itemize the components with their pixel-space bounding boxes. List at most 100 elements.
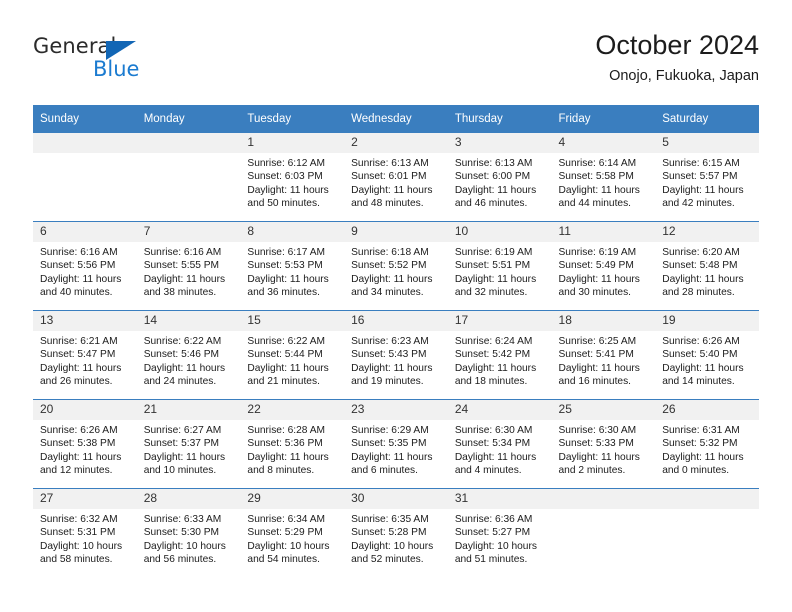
day-cell[interactable]: 26 Sunrise: 6:31 AM Sunset: 5:32 PM Dayl… xyxy=(655,399,759,489)
day-cell[interactable]: 10 Sunrise: 6:19 AM Sunset: 5:51 PM Dayl… xyxy=(447,221,552,311)
day-cell[interactable]: 12 Sunrise: 6:20 AM Sunset: 5:48 PM Dayl… xyxy=(655,221,759,311)
day-cell[interactable]: 16 Sunrise: 6:23 AM Sunset: 5:43 PM Dayl… xyxy=(344,310,448,400)
day-cell[interactable] xyxy=(33,133,137,222)
day-cell[interactable]: 9 Sunrise: 6:18 AM Sunset: 5:52 PM Dayli… xyxy=(344,221,448,311)
daylight-text: Daylight: 11 hours and 0 minutes. xyxy=(662,451,744,477)
day-cell[interactable]: 1 Sunrise: 6:12 AM Sunset: 6:03 PM Dayli… xyxy=(240,133,345,222)
sunset-text: Sunset: 5:36 PM xyxy=(247,438,323,450)
day-cell[interactable]: 15 Sunrise: 6:22 AM Sunset: 5:44 PM Dayl… xyxy=(240,310,345,400)
weekday-header-thursday: Thursday xyxy=(447,105,552,133)
logo-text-general: General xyxy=(33,34,117,58)
day-cell[interactable] xyxy=(136,133,241,222)
day-cell[interactable]: 29 Sunrise: 6:34 AM Sunset: 5:29 PM Dayl… xyxy=(240,488,345,577)
day-info: Sunrise: 6:23 AM Sunset: 5:43 PM Dayligh… xyxy=(344,331,448,389)
day-info xyxy=(552,509,656,513)
day-cell[interactable]: 13 Sunrise: 6:21 AM Sunset: 5:47 PM Dayl… xyxy=(33,310,137,400)
daylight-text: Daylight: 11 hours and 36 minutes. xyxy=(247,273,329,299)
sunset-text: Sunset: 5:29 PM xyxy=(247,527,323,539)
day-cell[interactable]: 4 Sunrise: 6:14 AM Sunset: 5:58 PM Dayli… xyxy=(551,133,656,222)
day-cell[interactable]: 20 Sunrise: 6:26 AM Sunset: 5:38 PM Dayl… xyxy=(33,399,137,489)
day-number: 15 xyxy=(240,311,345,331)
day-info: Sunrise: 6:22 AM Sunset: 5:44 PM Dayligh… xyxy=(240,331,344,389)
day-number: 10 xyxy=(447,222,552,242)
day-number xyxy=(551,489,656,509)
day-cell[interactable]: 28 Sunrise: 6:33 AM Sunset: 5:30 PM Dayl… xyxy=(136,488,241,577)
day-number: 23 xyxy=(344,400,448,420)
logo-text-blue: Blue xyxy=(93,57,140,81)
day-number: 22 xyxy=(240,400,345,420)
daylight-text: Daylight: 10 hours and 58 minutes. xyxy=(40,540,123,566)
daylight-text: Daylight: 11 hours and 30 minutes. xyxy=(558,273,640,299)
day-cell[interactable]: 30 Sunrise: 6:35 AM Sunset: 5:28 PM Dayl… xyxy=(344,488,448,577)
daylight-text: Daylight: 10 hours and 56 minutes. xyxy=(143,540,226,566)
sunrise-text: Sunrise: 6:15 AM xyxy=(662,158,740,169)
day-number: 9 xyxy=(344,222,448,242)
day-cell[interactable]: 3 Sunrise: 6:13 AM Sunset: 6:00 PM Dayli… xyxy=(447,133,552,222)
weekday-header-tuesday: Tuesday xyxy=(240,105,345,133)
daylight-text: Daylight: 11 hours and 24 minutes. xyxy=(143,362,226,388)
day-cell[interactable]: 17 Sunrise: 6:24 AM Sunset: 5:42 PM Dayl… xyxy=(447,310,552,400)
day-number: 28 xyxy=(136,489,241,509)
general-blue-logo[interactable]: General Blue xyxy=(33,34,183,90)
day-info: Sunrise: 6:18 AM Sunset: 5:52 PM Dayligh… xyxy=(344,242,448,300)
day-number: 21 xyxy=(136,400,241,420)
sunset-text: Sunset: 5:55 PM xyxy=(143,260,220,272)
day-cell[interactable]: 11 Sunrise: 6:19 AM Sunset: 5:49 PM Dayl… xyxy=(551,221,656,311)
day-cell[interactable]: 23 Sunrise: 6:29 AM Sunset: 5:35 PM Dayl… xyxy=(344,399,448,489)
day-cell[interactable]: 22 Sunrise: 6:28 AM Sunset: 5:36 PM Dayl… xyxy=(240,399,345,489)
day-cell[interactable]: 18 Sunrise: 6:25 AM Sunset: 5:41 PM Dayl… xyxy=(551,310,656,400)
day-number: 3 xyxy=(447,133,552,153)
day-cell[interactable]: 31 Sunrise: 6:36 AM Sunset: 5:27 PM Dayl… xyxy=(447,488,552,577)
day-info: Sunrise: 6:30 AM Sunset: 5:34 PM Dayligh… xyxy=(448,420,552,478)
sunset-text: Sunset: 5:57 PM xyxy=(662,171,738,183)
day-number: 2 xyxy=(344,133,448,153)
day-cell[interactable] xyxy=(551,488,656,577)
sunrise-text: Sunrise: 6:19 AM xyxy=(454,247,533,258)
day-cell[interactable]: 21 Sunrise: 6:27 AM Sunset: 5:37 PM Dayl… xyxy=(136,399,241,489)
daylight-text: Daylight: 11 hours and 18 minutes. xyxy=(454,362,537,388)
day-info: Sunrise: 6:15 AM Sunset: 5:57 PM Dayligh… xyxy=(655,153,759,211)
daylight-text: Daylight: 11 hours and 34 minutes. xyxy=(351,273,433,299)
calendar-week-row: 6 Sunrise: 6:16 AM Sunset: 5:56 PM Dayli… xyxy=(33,221,759,311)
day-cell[interactable]: 27 Sunrise: 6:32 AM Sunset: 5:31 PM Dayl… xyxy=(33,488,137,577)
day-cell[interactable]: 24 Sunrise: 6:30 AM Sunset: 5:34 PM Dayl… xyxy=(447,399,552,489)
sunset-text: Sunset: 5:33 PM xyxy=(558,438,634,450)
weekday-header-sunday: Sunday xyxy=(33,105,137,133)
day-info: Sunrise: 6:13 AM Sunset: 6:00 PM Dayligh… xyxy=(448,153,552,211)
day-cell[interactable]: 14 Sunrise: 6:22 AM Sunset: 5:46 PM Dayl… xyxy=(136,310,241,400)
sunrise-text: Sunrise: 6:35 AM xyxy=(351,514,429,525)
day-number: 1 xyxy=(240,133,345,153)
daylight-text: Daylight: 11 hours and 32 minutes. xyxy=(454,273,537,299)
sunset-text: Sunset: 5:58 PM xyxy=(558,171,634,183)
sunrise-text: Sunrise: 6:16 AM xyxy=(143,247,222,258)
day-cell[interactable]: 7 Sunrise: 6:16 AM Sunset: 5:55 PM Dayli… xyxy=(136,221,241,311)
day-info: Sunrise: 6:21 AM Sunset: 5:47 PM Dayligh… xyxy=(33,331,137,389)
daylight-text: Daylight: 11 hours and 40 minutes. xyxy=(40,273,122,299)
day-info: Sunrise: 6:12 AM Sunset: 6:03 PM Dayligh… xyxy=(240,153,344,211)
sunrise-text: Sunrise: 6:14 AM xyxy=(558,158,637,169)
daylight-text: Daylight: 11 hours and 44 minutes. xyxy=(558,184,640,210)
day-cell[interactable]: 6 Sunrise: 6:16 AM Sunset: 5:56 PM Dayli… xyxy=(33,221,137,311)
day-cell[interactable] xyxy=(655,488,759,577)
day-cell[interactable]: 5 Sunrise: 6:15 AM Sunset: 5:57 PM Dayli… xyxy=(655,133,759,222)
sunrise-text: Sunrise: 6:26 AM xyxy=(662,336,740,347)
daylight-text: Daylight: 11 hours and 14 minutes. xyxy=(662,362,744,388)
day-cell[interactable]: 8 Sunrise: 6:17 AM Sunset: 5:53 PM Dayli… xyxy=(240,221,345,311)
day-cell[interactable]: 2 Sunrise: 6:13 AM Sunset: 6:01 PM Dayli… xyxy=(344,133,448,222)
sunset-text: Sunset: 5:53 PM xyxy=(247,260,323,272)
day-info: Sunrise: 6:26 AM Sunset: 5:40 PM Dayligh… xyxy=(655,331,759,389)
day-number: 17 xyxy=(447,311,552,331)
day-cell[interactable]: 19 Sunrise: 6:26 AM Sunset: 5:40 PM Dayl… xyxy=(655,310,759,400)
day-info: Sunrise: 6:25 AM Sunset: 5:41 PM Dayligh… xyxy=(552,331,656,389)
sunrise-text: Sunrise: 6:13 AM xyxy=(454,158,533,169)
day-number: 7 xyxy=(136,222,241,242)
day-cell[interactable]: 25 Sunrise: 6:30 AM Sunset: 5:33 PM Dayl… xyxy=(551,399,656,489)
sunrise-text: Sunrise: 6:24 AM xyxy=(454,336,533,347)
calendar-week-row: 1 Sunrise: 6:12 AM Sunset: 6:03 PM Dayli… xyxy=(33,133,759,222)
daylight-text: Daylight: 11 hours and 21 minutes. xyxy=(247,362,329,388)
day-number: 24 xyxy=(447,400,552,420)
sunrise-text: Sunrise: 6:27 AM xyxy=(143,425,222,436)
day-info: Sunrise: 6:27 AM Sunset: 5:37 PM Dayligh… xyxy=(137,420,241,478)
daylight-text: Daylight: 11 hours and 2 minutes. xyxy=(558,451,640,477)
sunset-text: Sunset: 5:56 PM xyxy=(40,260,116,272)
